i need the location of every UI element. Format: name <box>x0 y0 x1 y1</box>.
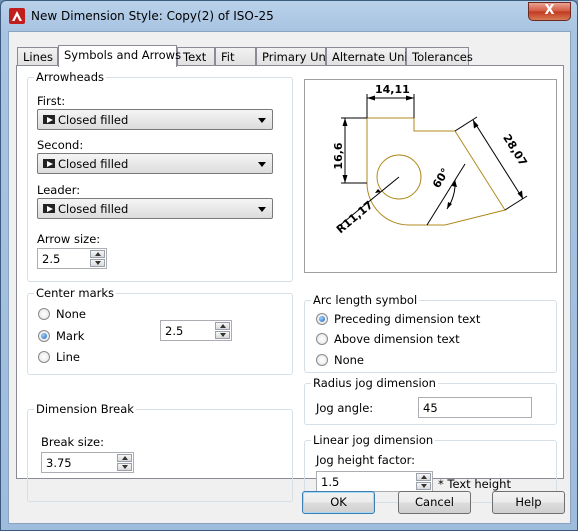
arc-above-radio[interactable] <box>316 333 328 345</box>
closed-filled-arrow-icon <box>43 115 55 124</box>
autocad-app-icon <box>9 8 25 24</box>
arc-length-symbol-group: Arc length symbol Preceding dimension te… <box>304 293 557 373</box>
dimension-break-group: Dimension Break Break size: 3.75 <box>27 402 293 502</box>
preview-radius-dimension: R11,17 <box>334 198 375 236</box>
first-arrow-label: First: <box>37 94 66 108</box>
arrowheads-legend: Arrowheads <box>34 70 107 84</box>
arrowheads-group: Arrowheads First: Closed filled Second: … <box>27 70 293 282</box>
center-mark-size-spinner[interactable]: 2.5 <box>160 320 232 341</box>
leader-arrow-value: Closed filled <box>58 202 129 216</box>
arrow-size-label: Arrow size: <box>37 232 101 246</box>
arc-above-label: Above dimension text <box>334 332 460 346</box>
ok-button[interactable]: OK <box>302 491 375 514</box>
center-mark-size-value: 2.5 <box>165 324 184 338</box>
break-size-label: Break size: <box>41 435 104 449</box>
dialog-window: New Dimension Style: Copy(2) of ISO-25 X… <box>0 0 578 531</box>
preview-angle-dimension: 60° <box>430 166 452 191</box>
spin-up-icon[interactable] <box>117 454 132 462</box>
tab-tolerances[interactable]: Tolerances <box>406 47 473 66</box>
second-arrow-value: Closed filled <box>58 157 129 171</box>
arc-length-legend: Arc length symbol <box>311 293 420 307</box>
text-height-suffix: * Text height <box>438 477 511 491</box>
arc-none-radio[interactable] <box>316 354 328 366</box>
tab-primary-units[interactable]: Primary Units <box>256 47 340 66</box>
center-marks-group: Center marks None Mark Line 2.5 <box>27 286 293 375</box>
preview-top-dimension: 14,11 <box>375 83 410 96</box>
window-title: New Dimension Style: Copy(2) of ISO-25 <box>31 9 274 23</box>
preview-labels: 14,11 16,6 28,07 60° R11,17 <box>332 83 530 236</box>
jog-height-factor-spinner[interactable]: 1.5 <box>316 471 433 492</box>
chevron-down-icon <box>258 162 266 167</box>
jog-angle-label: Jog angle: <box>316 401 374 415</box>
center-marks-mark-label: Mark <box>56 329 85 343</box>
leader-arrow-select[interactable]: Closed filled <box>37 198 273 219</box>
first-arrow-select[interactable]: Closed filled <box>37 109 273 130</box>
spin-up-icon[interactable] <box>416 473 431 481</box>
arrow-size-spinner[interactable]: 2.5 <box>37 248 107 269</box>
linear-jog-legend: Linear jog dimension <box>311 433 436 447</box>
dimension-break-legend: Dimension Break <box>34 402 136 416</box>
jog-angle-input[interactable]: 45 <box>418 397 532 418</box>
closed-filled-arrow-icon <box>43 159 55 168</box>
tab-text[interactable]: Text <box>177 47 215 66</box>
close-icon: X <box>544 3 555 18</box>
preview-geometry <box>366 117 506 226</box>
preview-arrowheads <box>342 95 523 209</box>
jog-height-factor-value: 1.5 <box>321 475 340 489</box>
dimension-preview: 14,11 16,6 28,07 60° R11,17 <box>304 79 557 273</box>
center-marks-line-label: Line <box>56 350 80 364</box>
arrow-size-value: 2.5 <box>42 252 61 266</box>
spin-down-icon[interactable] <box>416 482 431 490</box>
center-marks-legend: Center marks <box>34 286 116 300</box>
tab-symbols-and-arrows[interactable]: Symbols and Arrows <box>58 45 181 67</box>
close-button[interactable]: X <box>528 2 571 21</box>
spin-up-icon[interactable] <box>90 250 105 258</box>
first-arrow-value: Closed filled <box>58 113 129 127</box>
tab-lines[interactable]: Lines <box>17 47 58 66</box>
tab-fit[interactable]: Fit <box>215 47 256 66</box>
spin-up-icon[interactable] <box>215 322 230 330</box>
radius-jog-group: Radius jog dimension Jog angle: 45 <box>304 376 557 425</box>
preview-left-dimension: 16,6 <box>332 142 345 169</box>
center-marks-none-radio[interactable] <box>38 308 50 320</box>
tab-alternate-units[interactable]: Alternate Units <box>326 47 418 66</box>
jog-height-factor-label: Jog height factor: <box>316 453 416 467</box>
closed-filled-arrow-icon <box>43 204 55 213</box>
center-marks-none-label: None <box>56 307 87 321</box>
help-button[interactable]: Help <box>492 491 565 514</box>
second-arrow-label: Second: <box>37 138 84 152</box>
radius-jog-legend: Radius jog dimension <box>311 376 438 390</box>
symbols-and-arrows-panel: Arrowheads First: Closed filled Second: … <box>16 65 564 503</box>
second-arrow-select[interactable]: Closed filled <box>37 153 273 174</box>
break-size-value: 3.75 <box>46 456 72 470</box>
spin-down-icon[interactable] <box>117 463 132 471</box>
arc-none-label: None <box>334 353 365 367</box>
arc-preceding-label: Preceding dimension text <box>334 312 481 326</box>
spin-down-icon[interactable] <box>90 259 105 267</box>
center-marks-mark-radio[interactable] <box>38 330 50 342</box>
arc-preceding-radio[interactable] <box>316 313 328 325</box>
preview-drawing: 14,11 16,6 28,07 60° R11,17 <box>332 83 530 236</box>
chevron-down-icon <box>258 118 266 123</box>
preview-right-dimension: 28,07 <box>500 132 529 168</box>
title-bar[interactable]: New Dimension Style: Copy(2) of ISO-25 X <box>1 1 577 31</box>
dialog-client-area: Lines Symbols and Arrows Text Fit Primar… <box>8 31 571 524</box>
leader-arrow-label: Leader: <box>37 183 81 197</box>
break-size-spinner[interactable]: 3.75 <box>41 452 134 473</box>
jog-angle-value: 45 <box>423 401 438 415</box>
cancel-button[interactable]: Cancel <box>398 491 471 514</box>
chevron-down-icon <box>258 207 266 212</box>
center-marks-line-radio[interactable] <box>38 351 50 363</box>
spin-down-icon[interactable] <box>215 331 230 339</box>
